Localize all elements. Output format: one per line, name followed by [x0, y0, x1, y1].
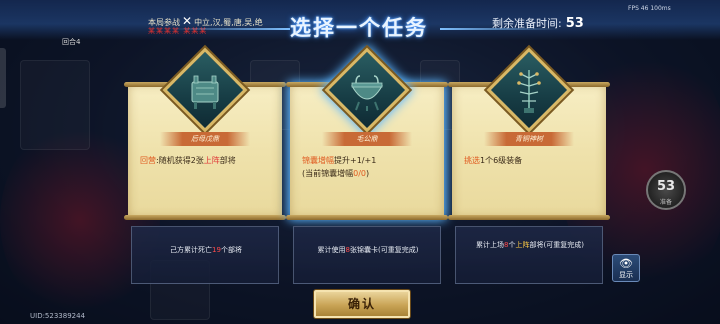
task-requirement-1: 己方累计死亡19个部将 — [131, 226, 279, 284]
desc-keyword: 挑选 — [464, 156, 480, 165]
task-requirement-text: 己方累计死亡19个部将 — [138, 245, 274, 256]
desc-text: (当前锦囊增幅 — [302, 169, 354, 178]
task-requirement-3: 累计上场8个上阵部将(可重复完成) — [455, 226, 603, 284]
user-id: UID:523389244 — [30, 312, 86, 320]
fps-readout: FPS 46 100ms — [628, 5, 671, 12]
prep-timer: 剩余准备时间: 53 — [492, 15, 584, 31]
card-name: 毛公鼎 — [322, 132, 412, 146]
task-text: 部将(可重复完成) — [529, 241, 584, 249]
prep-count-badge: 53 准备 — [646, 170, 686, 210]
card-name: 后母戊鼎 — [160, 132, 250, 146]
task-text: 累计使用 — [317, 246, 346, 254]
task-keyword: 上阵 — [515, 241, 530, 249]
desc-value: 0/0 — [353, 169, 366, 178]
task-text: 张锦囊卡(可重复完成) — [350, 246, 419, 254]
desc-text: 部将 — [219, 156, 236, 165]
bronze-tree-icon — [517, 70, 541, 113]
confirm-button[interactable]: 确认 — [314, 290, 410, 318]
card-description: 锦囊增幅提升+1/+1 (当前锦囊增幅0/0) — [302, 154, 436, 180]
card-description: 回营:随机获得2张上阵部将 — [140, 154, 274, 167]
task-requirement-2: 累计使用8张锦囊卡(可重复完成) — [293, 226, 441, 284]
timer-label: 剩余准备时间: — [492, 17, 562, 30]
task-card-3[interactable]: 青铜神树 挑选1个6级装备 — [448, 47, 610, 220]
timer-value: 53 — [565, 16, 584, 31]
ding-cauldron-icon — [191, 75, 219, 109]
desc-keyword: 回营 — [140, 156, 156, 165]
left-drawer-tab[interactable] — [0, 48, 6, 108]
title-ornament-left — [170, 28, 290, 30]
task-text: 个 — [508, 241, 516, 249]
desc-keyword: 上阵 — [203, 156, 220, 165]
desc-text: :随机获得2张 — [156, 156, 204, 165]
round-ding-icon — [351, 75, 383, 111]
desc-text: 提升+1/+1 — [334, 156, 377, 165]
task-requirement-text: 累计使用8张锦囊卡(可重复完成) — [300, 245, 436, 256]
desc-keyword: 锦囊增幅 — [302, 156, 334, 165]
task-text: 己方累计死亡 — [170, 246, 213, 254]
task-count: 19 — [212, 246, 221, 254]
desc-text: 1个6级装备 — [480, 156, 523, 165]
badge-number: 53 — [656, 179, 676, 194]
badge-label: 准备 — [659, 199, 672, 206]
eye-icon: 👁 — [619, 257, 633, 270]
card-name: 青铜神树 — [484, 132, 574, 146]
card-description: 挑选1个6级装备 — [464, 154, 598, 167]
task-card-1[interactable]: 后母戊鼎 回营:随机获得2张上阵部将 — [124, 47, 286, 220]
round-indicator: 回合4 — [62, 38, 81, 46]
task-text: 个部将 — [220, 246, 242, 254]
task-requirement-text: 累计上场8个上阵部将(可重复完成) — [462, 240, 598, 251]
desc-text: ) — [366, 169, 370, 178]
page-title: 选择一个任务 — [290, 16, 428, 40]
show-button[interactable]: 👁 显示 — [612, 254, 640, 282]
show-button-label: 显示 — [619, 271, 633, 279]
task-card-2[interactable]: 毛公鼎 锦囊增幅提升+1/+1 (当前锦囊增幅0/0) — [286, 47, 448, 220]
task-text: 累计上场 — [476, 241, 505, 249]
